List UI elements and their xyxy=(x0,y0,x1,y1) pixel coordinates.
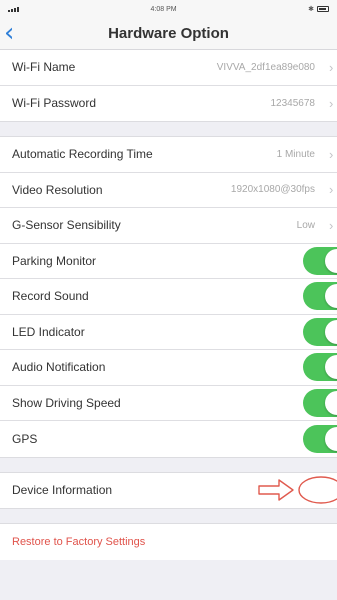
toggle-row-record-sound: Record Sound xyxy=(0,279,337,315)
gsensor-row[interactable]: G-Sensor Sensibility Low › xyxy=(0,208,337,244)
toggle-row-parking-monitor: Parking Monitor xyxy=(0,244,337,279)
device-group: Device Information xyxy=(0,472,337,509)
auto-recording-time-value: 1 Minute xyxy=(276,148,315,160)
video-resolution-value: 1920x1080@30fps xyxy=(230,184,315,196)
toggle-row-led-indicator: LED Indicator xyxy=(0,315,337,350)
wifi-name-row[interactable]: Wi-Fi Name VIVVA_2df1ea89e080 › xyxy=(0,50,337,86)
parking-monitor-toggle[interactable] xyxy=(303,246,337,275)
bluetooth-icon: ✱ xyxy=(308,6,314,13)
wifi-password-value: 12345678 xyxy=(270,97,316,109)
section-divider xyxy=(0,508,337,524)
annotation-arrow-icon xyxy=(258,476,337,504)
section-divider xyxy=(0,121,337,137)
show-driving-speed-toggle[interactable] xyxy=(303,388,337,417)
wifi-name-label: Wi-Fi Name xyxy=(12,60,76,75)
wifi-name-value: VIVVA_2df1ea89e080 xyxy=(216,61,315,73)
wifi-password-label: Wi-Fi Password xyxy=(12,96,97,111)
audio-notification-label: Audio Notification xyxy=(12,360,106,375)
restore-factory-row[interactable]: Restore to Factory Settings xyxy=(0,524,337,560)
led-indicator-toggle[interactable] xyxy=(303,317,337,346)
auto-recording-time-label: Automatic Recording Time xyxy=(12,147,153,162)
toggle-row-audio-notification: Audio Notification xyxy=(0,350,337,386)
auto-recording-time-row[interactable]: Automatic Recording Time 1 Minute › xyxy=(0,137,337,173)
section-divider xyxy=(0,456,337,473)
led-indicator-label: LED Indicator xyxy=(12,324,85,339)
device-information-row[interactable]: Device Information xyxy=(0,473,337,509)
page-title: Hardware Option xyxy=(108,25,229,42)
status-bar: 4:08 PM ✱ xyxy=(0,0,337,18)
toggle-row-gps: GPS xyxy=(0,421,337,457)
audio-notification-toggle[interactable] xyxy=(303,353,337,382)
show-driving-speed-label: Show Driving Speed xyxy=(12,395,121,410)
wifi-password-row[interactable]: Wi-Fi Password 12345678 › xyxy=(0,86,337,122)
parking-monitor-label: Parking Monitor xyxy=(12,253,97,268)
status-time: 4:08 PM xyxy=(150,5,177,13)
restore-factory-settings-button[interactable]: Restore to Factory Settings xyxy=(12,536,337,548)
record-sound-label: Record Sound xyxy=(12,289,89,304)
settings-group: Automatic Recording Time 1 Minute › Vide… xyxy=(0,137,337,457)
video-resolution-row[interactable]: Video Resolution 1920x1080@30fps › xyxy=(0,173,337,208)
signal-icon xyxy=(8,6,19,12)
nav-bar: ‹ Hardware Option xyxy=(0,18,337,50)
gsensor-value: Low xyxy=(296,219,315,231)
gps-label: GPS xyxy=(12,431,38,446)
chevron-right-icon: › xyxy=(329,182,334,198)
chevron-right-icon: › xyxy=(329,217,334,233)
battery-icon xyxy=(316,6,329,12)
chevron-right-icon: › xyxy=(329,146,334,162)
record-sound-toggle[interactable] xyxy=(303,282,337,311)
back-chevron-icon[interactable]: ‹ xyxy=(4,20,14,46)
gsensor-label: G-Sensor Sensibility xyxy=(12,218,121,233)
gps-toggle[interactable] xyxy=(303,424,337,453)
video-resolution-label: Video Resolution xyxy=(12,182,103,197)
toggle-row-show-driving-speed: Show Driving Speed xyxy=(0,386,337,421)
restore-group: Restore to Factory Settings xyxy=(0,524,337,560)
chevron-right-icon: › xyxy=(329,95,334,111)
chevron-right-icon: › xyxy=(329,59,334,75)
wifi-group: Wi-Fi Name VIVVA_2df1ea89e080 › Wi-Fi Pa… xyxy=(0,50,337,121)
